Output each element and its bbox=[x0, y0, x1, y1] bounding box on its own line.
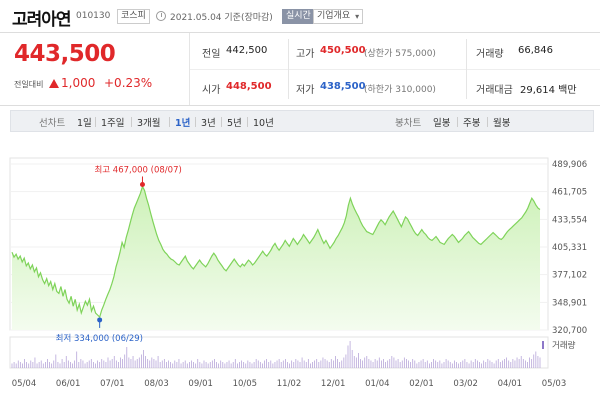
x-tick-label: 10/05 bbox=[233, 379, 258, 389]
open-label: 시가 bbox=[202, 85, 221, 96]
period-10y[interactable]: 10년 bbox=[253, 115, 274, 129]
upper-limit: (상한가 575,000) bbox=[364, 49, 436, 59]
stock-code: 010130 bbox=[76, 11, 111, 21]
lower-limit: (하한가 310,000) bbox=[364, 85, 436, 95]
high-value: 450,500 bbox=[320, 45, 366, 56]
period-1d[interactable]: 1일 bbox=[77, 115, 92, 129]
y-tick-label: 320,700 bbox=[552, 326, 587, 336]
divider bbox=[457, 117, 458, 127]
realtime-button[interactable]: 실시간 bbox=[282, 9, 315, 24]
prev-close-label: 전일 bbox=[202, 49, 221, 60]
divider bbox=[95, 117, 96, 127]
x-tick-label: 11/02 bbox=[277, 379, 302, 389]
amount-label: 거래대금 bbox=[476, 85, 513, 96]
y-tick-label: 348,901 bbox=[552, 298, 587, 308]
y-tick-label: 377,102 bbox=[552, 271, 587, 281]
candle-weekly[interactable]: 주봉 bbox=[463, 115, 480, 129]
base-date: 2021.05.04 기준(장마감) bbox=[170, 13, 273, 23]
price-area: 443,500 전일대비 1,000 +0.23% bbox=[0, 33, 190, 105]
divider bbox=[190, 69, 600, 70]
divider bbox=[195, 117, 196, 127]
period-3y[interactable]: 3년 bbox=[201, 115, 216, 129]
divider bbox=[487, 117, 488, 127]
x-tick-label: 07/01 bbox=[100, 379, 125, 389]
candle-monthly[interactable]: 월봉 bbox=[493, 115, 510, 129]
x-tick-label: 05/03 bbox=[542, 379, 567, 389]
amount-value: 29,614 백만 bbox=[520, 85, 577, 96]
open-value: 448,500 bbox=[226, 81, 272, 92]
prev-close-value: 442,500 bbox=[226, 45, 268, 56]
x-tick-label: 04/01 bbox=[498, 379, 523, 389]
change-label: 전일대비 bbox=[14, 80, 44, 89]
x-tick-label: 08/03 bbox=[144, 379, 169, 389]
stock-header: 고려아연 010130 코스피 2021.05.04 기준(장마감) 실시간 기… bbox=[0, 0, 600, 30]
y-tick-label: 433,554 bbox=[552, 215, 587, 225]
volume-legend-mark bbox=[542, 341, 544, 349]
x-tick-label: 09/01 bbox=[188, 379, 213, 389]
x-tick-label: 06/01 bbox=[56, 379, 81, 389]
y-tick-label: 461,705 bbox=[552, 188, 587, 198]
volume-label: 거래량 bbox=[552, 340, 576, 351]
high-label: 고가 bbox=[296, 49, 315, 60]
x-tick-label: 05/04 bbox=[12, 379, 37, 389]
y-tick-label: 405,331 bbox=[552, 243, 587, 253]
divider bbox=[131, 117, 132, 127]
period-bar: 선차트 1일 1주일 3개월 1년 3년 5년 10년 봉차트 일봉 주봉 월봉 bbox=[10, 110, 594, 132]
change-value: 1,000 bbox=[61, 76, 96, 90]
line-chart-label: 선차트 bbox=[39, 118, 66, 129]
y-tick-label: 489,906 bbox=[552, 160, 587, 170]
stock-name: 고려아연 bbox=[12, 10, 72, 30]
current-price: 443,500 bbox=[14, 41, 116, 67]
low-annotation: 최저 334,000 (06/29) bbox=[56, 333, 143, 344]
up-triangle-icon bbox=[49, 79, 59, 88]
company-info-dropdown[interactable]: 기업개요 bbox=[313, 9, 364, 24]
change-percent: +0.23% bbox=[104, 76, 153, 90]
quote-summary: 443,500 전일대비 1,000 +0.23% 전일 442,500 시가 … bbox=[0, 32, 600, 106]
divider bbox=[221, 117, 222, 127]
divider bbox=[288, 39, 289, 99]
volume-label: 거래량 bbox=[476, 49, 504, 60]
market-badge: 코스피 bbox=[117, 9, 150, 24]
x-tick-label: 12/01 bbox=[321, 379, 346, 389]
x-tick-label: 03/02 bbox=[453, 379, 478, 389]
x-tick-label: 01/04 bbox=[365, 379, 390, 389]
price-chart[interactable]: 489,906 461,705 433,554 405,331 377,102 348,9… bbox=[0, 140, 600, 400]
volume-value: 66,846 bbox=[518, 45, 553, 56]
candle-daily[interactable]: 일봉 bbox=[433, 115, 450, 129]
divider bbox=[247, 117, 248, 127]
divider bbox=[169, 117, 170, 127]
x-tick-label: 02/01 bbox=[409, 379, 434, 389]
low-value: 438,500 bbox=[320, 81, 366, 92]
period-1w[interactable]: 1주일 bbox=[101, 115, 125, 129]
period-1y[interactable]: 1년 bbox=[175, 115, 190, 129]
period-3m[interactable]: 3개월 bbox=[137, 115, 161, 129]
divider bbox=[466, 39, 467, 99]
clock-icon bbox=[156, 11, 166, 21]
high-annotation: 최고 467,000 (08/07) bbox=[94, 164, 181, 175]
high-marker bbox=[139, 181, 145, 187]
candle-chart-label: 봉차트 bbox=[395, 118, 422, 129]
low-label: 저가 bbox=[296, 85, 315, 96]
period-5y[interactable]: 5년 bbox=[227, 115, 242, 129]
